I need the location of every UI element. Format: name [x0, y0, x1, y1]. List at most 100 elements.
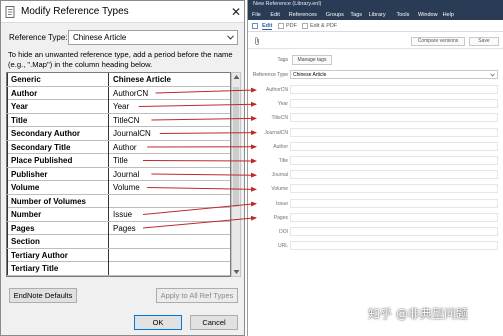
manage-tags-button[interactable]: Manage tags [292, 55, 332, 65]
field-label: Volume [271, 186, 288, 193]
generic-field-name: Number of Volumes [7, 194, 109, 208]
apply-to-all-button[interactable]: Apply to All Ref Types [156, 288, 238, 303]
field-row-year: Year [248, 99, 503, 109]
column-header-chinese-article[interactable]: Chinese Article [110, 73, 230, 86]
field-input[interactable] [290, 184, 498, 194]
table-row: Volume Volume [7, 181, 230, 195]
generic-field-name: Publisher [7, 167, 109, 181]
menu-item-edit[interactable]: Edit [270, 12, 279, 18]
menu-item-groups[interactable]: Groups [326, 12, 344, 18]
menu-item-tools[interactable]: Tools [397, 12, 410, 18]
reference-type-select[interactable]: Chinese Article [68, 30, 238, 45]
watermark-text: 知乎 @非典型问题 [368, 307, 468, 321]
table-header-row: Generic Chinese Article [7, 73, 230, 87]
tab-edit[interactable]: Edit [262, 23, 273, 30]
field-input[interactable] [290, 198, 498, 208]
field-label: Pages [273, 214, 288, 221]
field-label-cell[interactable]: Author [110, 141, 230, 154]
generic-field-name: Secondary Author [7, 127, 109, 140]
field-label-cell[interactable] [110, 262, 230, 275]
menu-item-tags[interactable]: Tags [350, 12, 362, 18]
paperclip-icon[interactable] [254, 37, 260, 45]
field-input[interactable] [290, 113, 498, 123]
column-header-generic: Generic [7, 73, 109, 86]
field-input[interactable] [290, 227, 498, 236]
reference-type-dropdown[interactable]: Chinese Article [290, 70, 498, 79]
tab-edit-pdf[interactable]: Edit & PDF [310, 23, 337, 29]
field-label: URL [277, 243, 288, 250]
field-input[interactable] [290, 99, 498, 109]
field-label-cell[interactable]: Title [110, 154, 230, 167]
edit-pdf-icon [302, 23, 308, 29]
dialog-title: Modify Reference Types [21, 6, 129, 17]
field-input[interactable] [290, 85, 498, 94]
field-input[interactable] [290, 241, 498, 251]
field-input[interactable] [290, 156, 498, 165]
close-icon[interactable]: ✕ [229, 5, 243, 19]
field-input[interactable] [290, 170, 498, 180]
reference-type-value: Chinese Article [293, 72, 327, 78]
field-label-cell[interactable]: Year [110, 100, 230, 113]
field-row-url: URL [248, 241, 503, 251]
scroll-down-arrow-icon[interactable] [233, 269, 240, 275]
field-row-titlecn: TitleCN [248, 113, 503, 123]
field-label-cell[interactable] [110, 235, 230, 248]
table-row: Secondary Author JournalCN [7, 127, 230, 141]
modify-reference-types-dialog: Modify Reference Types ✕ Reference Type:… [0, 0, 245, 336]
table-row: Secondary Title Author [7, 140, 230, 154]
chevron-down-icon [227, 35, 234, 40]
tags-label: Tags [277, 57, 288, 63]
scroll-thumb[interactable] [233, 87, 239, 207]
field-label-cell[interactable]: Journal [110, 168, 230, 181]
field-row-doi: DOI [248, 227, 503, 237]
menu-item-references[interactable]: References [289, 12, 317, 18]
field-label: Issue [276, 200, 288, 207]
generic-field-name: Secondary Title [7, 140, 109, 154]
compare-versions-button[interactable]: Compare versions [411, 37, 465, 46]
menu-item-library[interactable]: Library [369, 12, 386, 18]
generic-field-name: Author [7, 86, 109, 100]
field-input[interactable] [290, 141, 498, 151]
field-label: Year [277, 101, 288, 108]
instructions-text: To hide an unwanted reference type, add … [8, 50, 233, 69]
reference-type-value: Chinese Article [73, 33, 127, 42]
field-label-cell[interactable]: AuthorCN [110, 87, 230, 100]
field-row-journal: Journal [248, 170, 503, 180]
field-label-cell[interactable] [110, 249, 230, 262]
field-label-cell[interactable]: Volume [110, 181, 230, 194]
chevron-down-icon [490, 73, 495, 77]
generic-field-name: Volume [7, 181, 109, 194]
ok-button[interactable]: OK [134, 315, 182, 330]
table-row: Number Issue [7, 208, 230, 222]
menu-item-help[interactable]: Help [443, 12, 454, 18]
cancel-button[interactable]: Cancel [190, 315, 238, 330]
menu-item-window[interactable]: Window [418, 12, 438, 18]
field-label-cell[interactable]: Issue [110, 208, 230, 221]
field-row-authorcn: AuthorCN [248, 85, 503, 95]
edit-icon [252, 23, 258, 29]
dialog-title-bar: Modify Reference Types ✕ [1, 1, 244, 23]
field-input[interactable] [290, 212, 498, 222]
field-label-cell[interactable]: TitleCN [110, 114, 230, 127]
pdf-icon [278, 23, 284, 29]
save-button[interactable]: Save [469, 37, 499, 46]
field-label-cell[interactable]: Pages [110, 222, 230, 235]
scroll-up-arrow-icon[interactable] [233, 74, 240, 80]
table-scrollbar[interactable] [231, 72, 241, 277]
generic-field-name: Place Published [7, 154, 109, 167]
generic-field-name: Tertiary Title [7, 262, 109, 275]
field-row-issue: Issue [248, 198, 503, 209]
screenshot: Modify Reference Types ✕ Reference Type:… [0, 0, 503, 336]
endnote-defaults-button[interactable]: EndNote Defaults [9, 288, 77, 303]
field-label-cell[interactable] [110, 195, 230, 208]
generic-field-name: Tertiary Author [7, 248, 109, 262]
table-row: Number of Volumes [7, 194, 230, 208]
table-row: Tertiary Title [7, 262, 230, 276]
field-row-author: Author [248, 141, 503, 152]
tab-pdf[interactable]: PDF [286, 23, 297, 29]
field-label-cell[interactable]: JournalCN [110, 127, 230, 140]
field-input[interactable] [290, 127, 498, 137]
table-row: Section [7, 235, 230, 249]
menu-item-file[interactable]: File [252, 12, 261, 18]
table-row: Tertiary Author [7, 248, 230, 262]
